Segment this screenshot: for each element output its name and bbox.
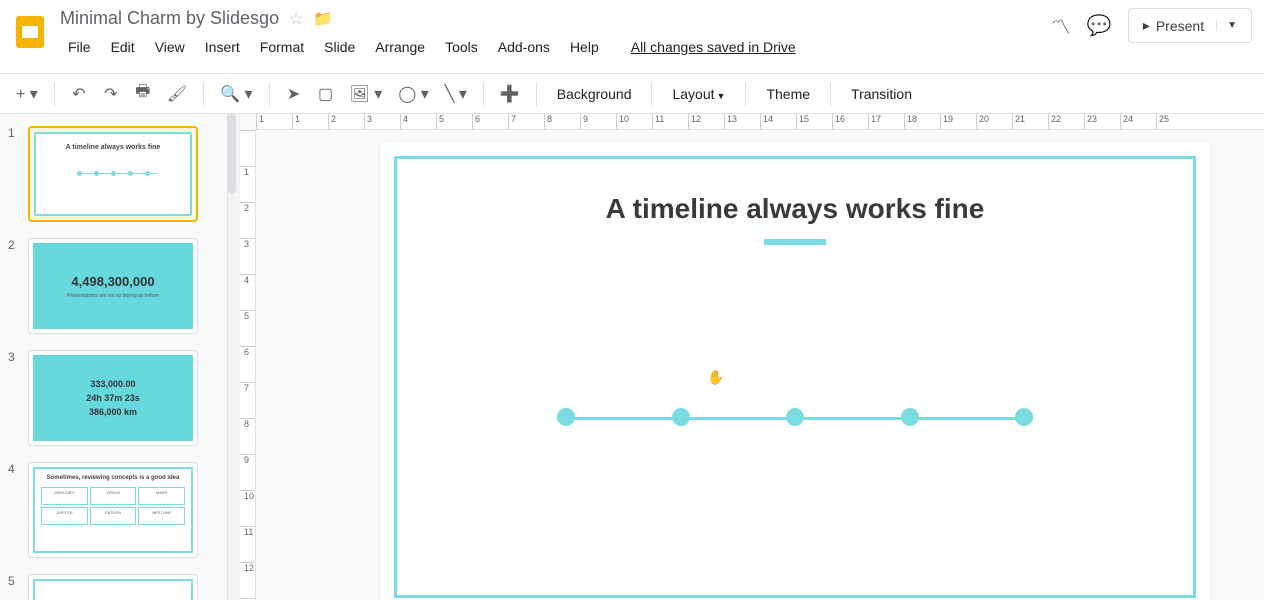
slide-thumb-4[interactable]: 4 Sometimes, reviewing concepts is a goo…: [0, 458, 227, 570]
theme-button[interactable]: Theme: [758, 82, 818, 106]
header-right: 〽 💬 ▸ Present ▼: [1051, 8, 1252, 43]
slide-num: 3: [8, 350, 20, 446]
menubar: File Edit View Insert Format Slide Arran…: [60, 35, 1051, 59]
save-status[interactable]: All changes saved in Drive: [623, 35, 804, 59]
canvas-area[interactable]: 1123456789101112131415161718192021222324…: [240, 114, 1264, 600]
slides-logo[interactable]: [12, 8, 48, 56]
background-button[interactable]: Background: [549, 82, 640, 106]
shape-tool[interactable]: ◯ ▾: [394, 80, 432, 108]
timeline-dot[interactable]: [786, 408, 804, 426]
slide-num: 1: [8, 126, 20, 222]
slide-thumb-3[interactable]: 3 333,000.0024h 37m 23s386,000 km: [0, 346, 227, 458]
filmstrip-scrollbar[interactable]: [228, 114, 240, 600]
menu-view[interactable]: View: [147, 35, 193, 59]
title-underline: [764, 239, 826, 245]
play-icon: ▸: [1143, 17, 1150, 34]
paint-format-button[interactable]: 🖌: [163, 80, 191, 108]
trend-icon[interactable]: 〽: [1051, 11, 1071, 40]
header: Minimal Charm by Slidesgo ☆ 📁 File Edit …: [0, 0, 1264, 74]
main: 1 A timeline always works fine 2 4,498,3…: [0, 114, 1264, 600]
present-label: Present: [1156, 18, 1204, 34]
line-tool[interactable]: ╲ ▾: [441, 80, 471, 108]
ruler-vertical: 12345678910111213: [240, 130, 256, 600]
menu-slide[interactable]: Slide: [316, 35, 363, 59]
slide-canvas[interactable]: A timeline always works fine ✋: [380, 142, 1210, 600]
timeline[interactable]: [557, 407, 1033, 427]
menu-arrange[interactable]: Arrange: [367, 35, 433, 59]
star-icon[interactable]: ☆: [289, 9, 303, 29]
timeline-dot[interactable]: [672, 408, 690, 426]
slide-num: 2: [8, 238, 20, 334]
slide-num: 5: [8, 574, 20, 600]
ruler-horizontal: 1123456789101112131415161718192021222324…: [256, 114, 1264, 130]
timeline-dot[interactable]: [901, 408, 919, 426]
timeline-dot[interactable]: [1015, 408, 1033, 426]
timeline-dot[interactable]: [557, 408, 575, 426]
filmstrip[interactable]: 1 A timeline always works fine 2 4,498,3…: [0, 114, 228, 600]
menu-tools[interactable]: Tools: [437, 35, 486, 59]
folder-icon[interactable]: 📁: [313, 9, 333, 29]
slide-num: 4: [8, 462, 20, 558]
menu-file[interactable]: File: [60, 35, 99, 59]
toolbar: + ▾ ↶ ↷ 🖶 🖌 🔍 ▾ ➤ ▢ 🖼 ▾ ◯ ▾ ╲ ▾ ➕ Backgr…: [0, 74, 1264, 114]
menu-help[interactable]: Help: [562, 35, 607, 59]
image-tool[interactable]: 🖼 ▾: [346, 80, 387, 108]
menu-addons[interactable]: Add-ons: [490, 35, 558, 59]
select-tool[interactable]: ➤: [282, 80, 306, 108]
slide-thumb-5[interactable]: 5: [0, 570, 227, 600]
undo-button[interactable]: ↶: [67, 80, 91, 108]
slide-border: A timeline always works fine ✋: [394, 156, 1196, 598]
textbox-tool[interactable]: ▢: [314, 80, 338, 108]
present-button[interactable]: ▸ Present ▼: [1128, 8, 1252, 43]
slide-thumb-2[interactable]: 2 4,498,300,000Presentations are not as …: [0, 234, 227, 346]
slide-thumb-1[interactable]: 1 A timeline always works fine: [0, 122, 227, 234]
present-dropdown[interactable]: ▼: [1216, 20, 1237, 31]
zoom-button[interactable]: 🔍 ▾: [216, 80, 256, 108]
slide-title[interactable]: A timeline always works fine: [397, 193, 1193, 225]
transition-button[interactable]: Transition: [843, 82, 920, 106]
new-slide-button[interactable]: + ▾: [12, 80, 42, 108]
menu-insert[interactable]: Insert: [197, 35, 248, 59]
print-button[interactable]: 🖶: [131, 80, 155, 108]
title-area: Minimal Charm by Slidesgo ☆ 📁 File Edit …: [60, 8, 1051, 59]
menu-edit[interactable]: Edit: [103, 35, 143, 59]
cursor-icon: ✋: [707, 369, 724, 386]
menu-format[interactable]: Format: [252, 35, 312, 59]
comment-icon[interactable]: 💬: [1087, 13, 1112, 38]
comment-tool[interactable]: ➕: [496, 80, 524, 108]
layout-button[interactable]: Layout▼: [664, 82, 733, 106]
doc-title[interactable]: Minimal Charm by Slidesgo: [60, 8, 279, 29]
redo-button[interactable]: ↷: [99, 80, 123, 108]
